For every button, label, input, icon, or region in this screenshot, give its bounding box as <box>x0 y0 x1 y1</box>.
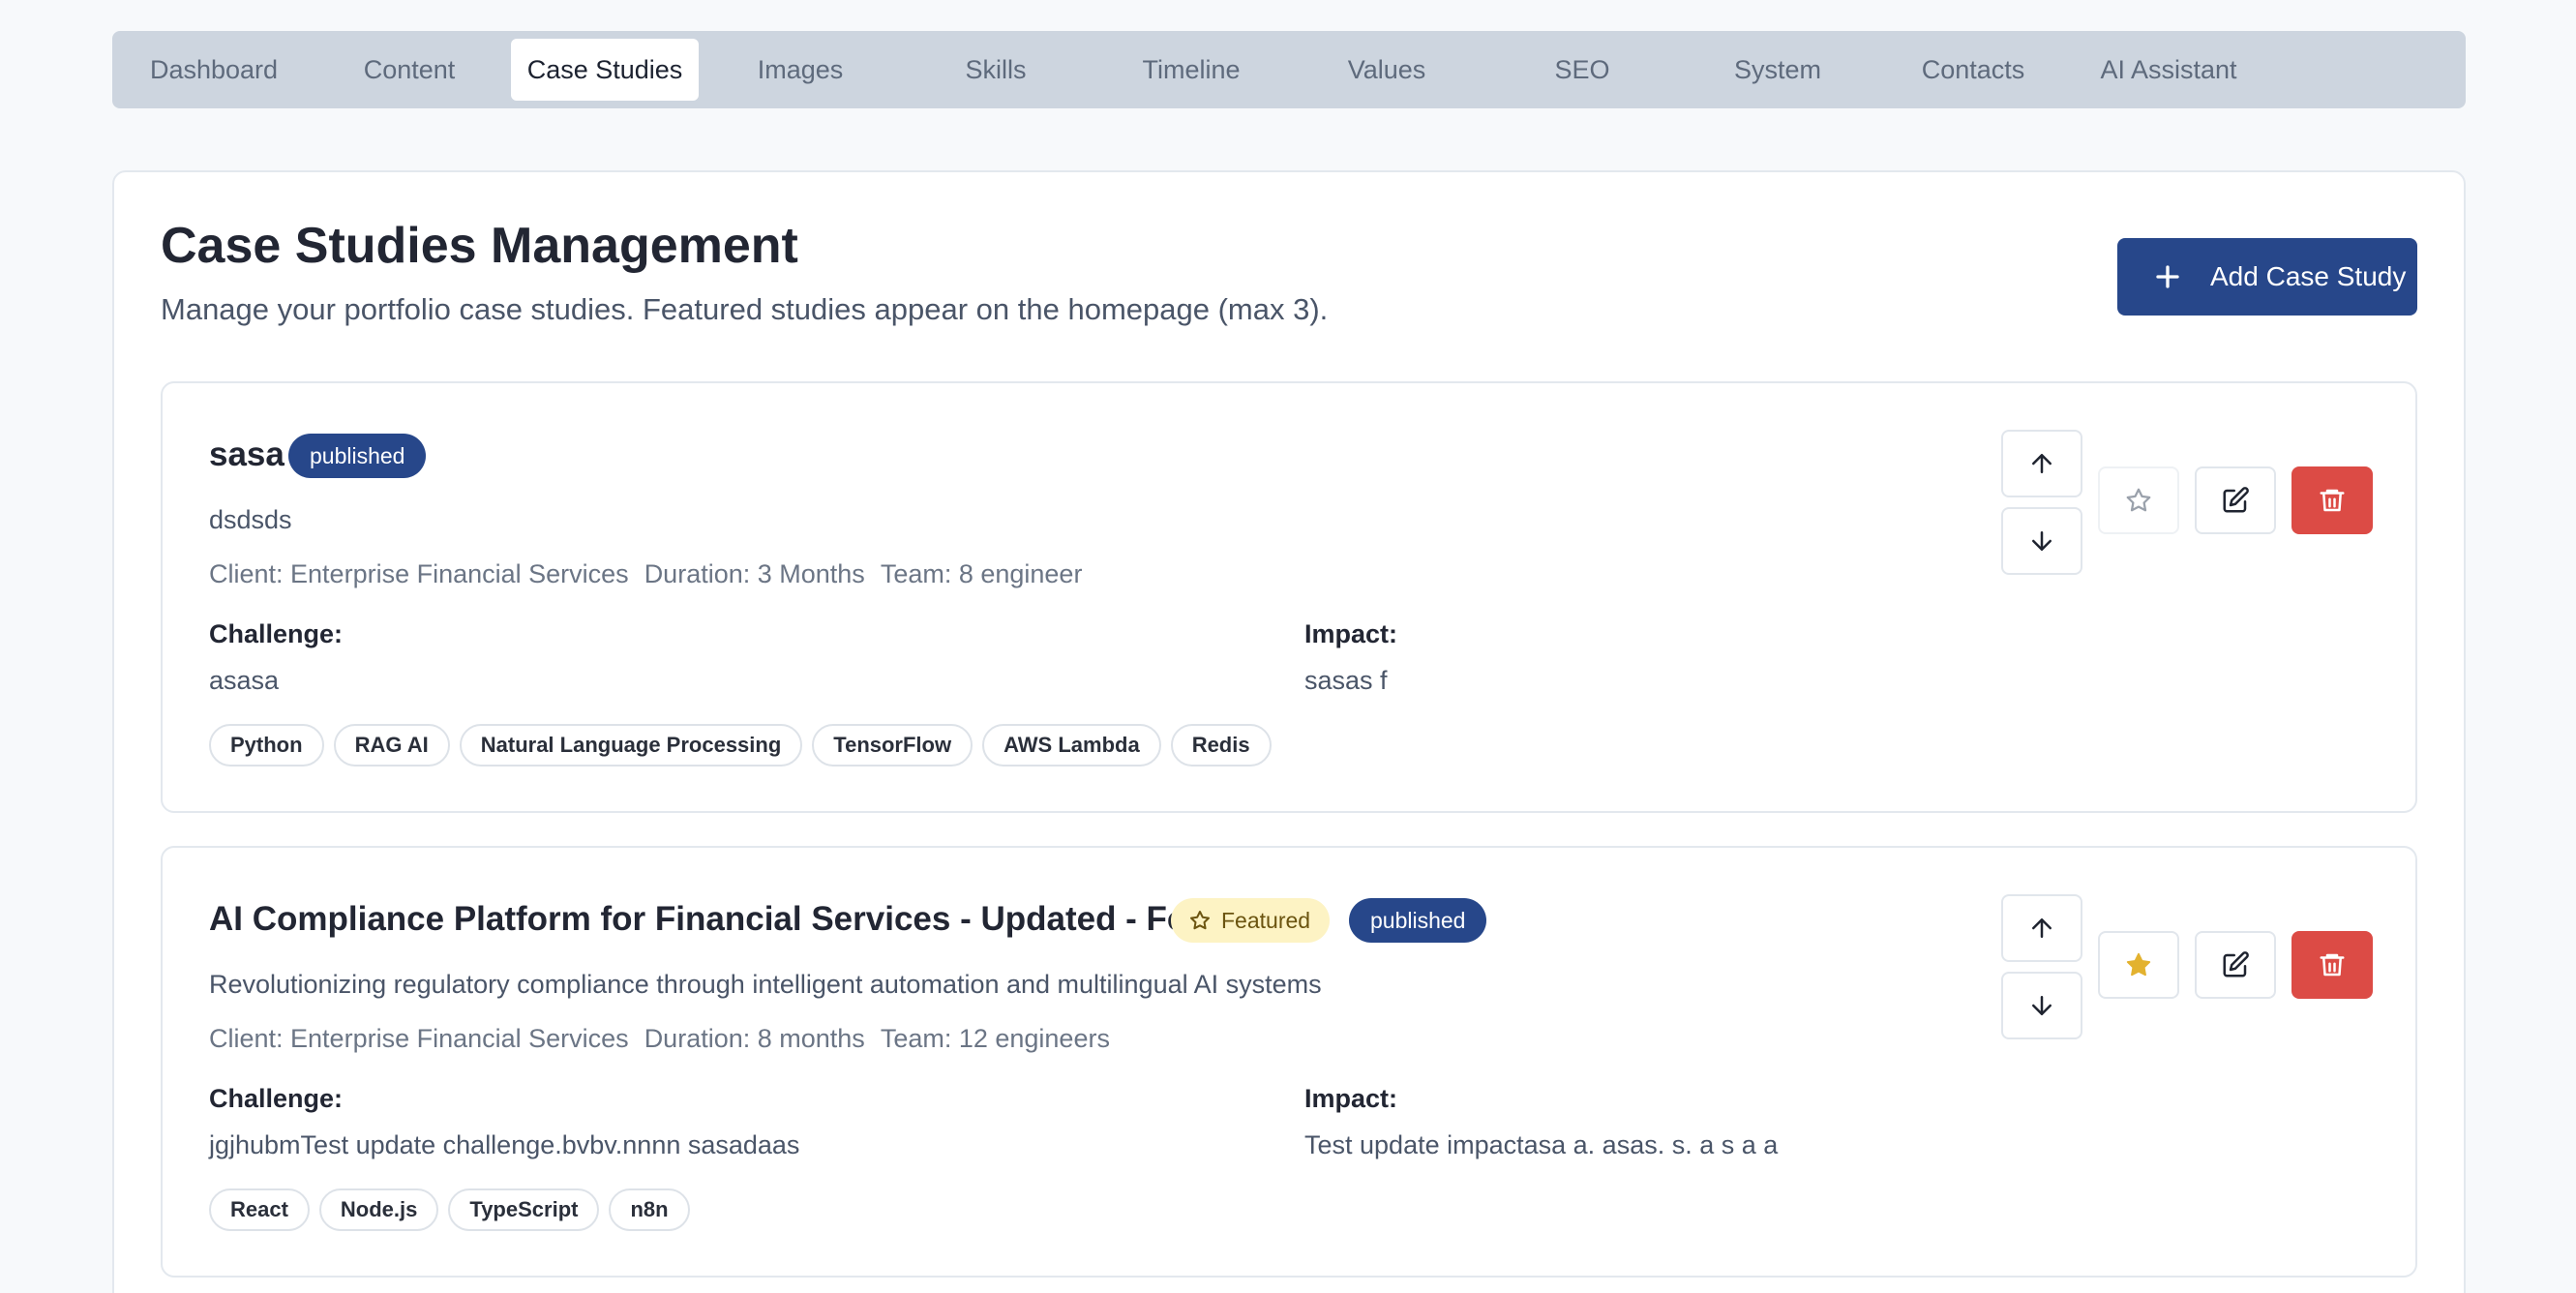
case-study-description: dsdsds <box>209 505 292 534</box>
tag-list: React Node.js TypeScript n8n <box>209 1188 690 1231</box>
tag-list: Python RAG AI Natural Language Processin… <box>209 724 1272 767</box>
team-text: Team: 8 engineer <box>880 559 1083 588</box>
arrow-up-icon <box>2032 918 2052 938</box>
tag: n8n <box>609 1188 690 1231</box>
impact-text: sasas f <box>1304 666 1388 695</box>
page-title: Case Studies Management <box>161 218 798 274</box>
arrow-down-icon <box>2032 531 2052 551</box>
tab-system[interactable]: System <box>1684 39 1872 101</box>
featured-badge: Featured <box>1171 898 1331 943</box>
tab-content[interactable]: Content <box>315 39 503 101</box>
star-outline-icon <box>2126 488 2151 512</box>
featured-badge-label: Featured <box>1221 907 1311 933</box>
status-badge: published <box>1349 898 1487 943</box>
add-case-study-label: Add Case Study <box>2210 261 2407 291</box>
plus-icon <box>2156 265 2179 288</box>
tag: TensorFlow <box>812 724 973 767</box>
status-badge: published <box>288 434 427 478</box>
feature-toggle-button[interactable] <box>2098 931 2179 999</box>
arrow-down-icon <box>2032 996 2052 1015</box>
trash-icon <box>2320 953 2345 977</box>
duration-text: Duration: 3 Months <box>644 559 865 588</box>
tab-images[interactable]: Images <box>706 39 894 101</box>
client-text: Client: Enterprise Financial Services <box>209 1024 629 1053</box>
edit-icon <box>2223 487 2249 513</box>
tag: Python <box>209 724 324 767</box>
tab-values[interactable]: Values <box>1293 39 1481 101</box>
case-study-title: AI Compliance Platform for Financial Ser… <box>209 900 1308 938</box>
case-study-title: sasa <box>209 436 285 473</box>
case-study-meta: Client: Enterprise Financial Services Dur… <box>209 559 1097 589</box>
challenge-text: jgjhubmTest update challenge.bvbv.nnnn s… <box>209 1130 800 1159</box>
edit-button[interactable] <box>2195 931 2276 999</box>
edit-icon <box>2223 951 2249 977</box>
tab-dashboard[interactable]: Dashboard <box>120 39 308 101</box>
feature-toggle-button[interactable] <box>2098 466 2179 534</box>
move-up-button[interactable] <box>2001 894 2082 962</box>
tab-case-studies[interactable]: Case Studies <box>511 39 699 101</box>
move-up-button[interactable] <box>2001 430 2082 497</box>
impact-label: Impact: <box>1304 619 1398 648</box>
tag: RAG AI <box>333 724 450 767</box>
tab-contacts[interactable]: Contacts <box>1879 39 2067 101</box>
delete-button[interactable] <box>2291 931 2373 999</box>
case-study-card: AI Compliance Platform for Financial Ser… <box>161 846 2417 1278</box>
client-text: Client: Enterprise Financial Services <box>209 559 629 588</box>
challenge-label: Challenge: <box>209 1084 344 1113</box>
tag: Redis <box>1170 724 1272 767</box>
tag: AWS Lambda <box>982 724 1161 767</box>
trash-icon <box>2320 489 2345 512</box>
add-case-study-button[interactable]: Add Case Study <box>2117 238 2417 316</box>
arrow-up-icon <box>2032 454 2052 473</box>
star-icon <box>1190 911 1210 930</box>
tab-seo[interactable]: SEO <box>1488 39 1676 101</box>
team-text: Team: 12 engineers <box>880 1024 1110 1053</box>
impact-label: Impact: <box>1304 1084 1398 1113</box>
challenge-text: asasa <box>209 666 280 695</box>
challenge-label: Challenge: <box>209 619 344 648</box>
impact-text: Test update impactasa a. asas. s. a s a … <box>1304 1130 1779 1159</box>
case-study-description: Revolutionizing regulatory compliance th… <box>209 970 1322 999</box>
case-study-meta: Client: Enterprise Financial Services Dur… <box>209 1024 1125 1054</box>
duration-text: Duration: 8 months <box>644 1024 865 1053</box>
tag: TypeScript <box>448 1188 600 1231</box>
delete-button[interactable] <box>2291 466 2373 534</box>
tag: Natural Language Processing <box>459 724 803 767</box>
tab-skills[interactable]: Skills <box>902 39 1090 101</box>
move-down-button[interactable] <box>2001 507 2082 575</box>
edit-button[interactable] <box>2195 466 2276 534</box>
tab-bar: Dashboard Content Case Studies Images Sk… <box>112 31 2466 108</box>
tab-timeline[interactable]: Timeline <box>1097 39 1285 101</box>
case-study-card: sasa published dsdsds Client: Enterprise… <box>161 381 2417 813</box>
page-subtitle: Manage your portfolio case studies. Feat… <box>161 292 1329 326</box>
tag: Node.js <box>318 1188 439 1231</box>
tab-ai-assistant[interactable]: AI Assistant <box>2075 39 2262 101</box>
move-down-button[interactable] <box>2001 972 2082 1039</box>
star-filled-icon <box>2126 952 2151 977</box>
tag: React <box>209 1188 310 1231</box>
